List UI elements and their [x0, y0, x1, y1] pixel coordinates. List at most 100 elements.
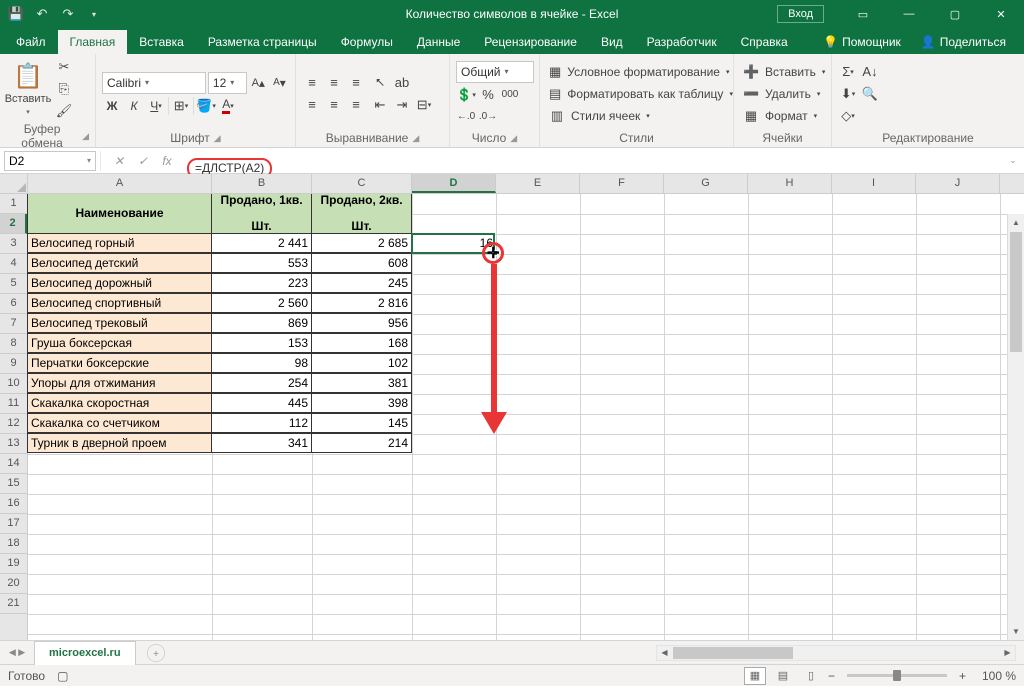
- minimize-button[interactable]: —: [886, 0, 932, 28]
- currency-icon[interactable]: 💲▾: [456, 85, 476, 105]
- decrease-font-icon[interactable]: A▾: [270, 73, 289, 93]
- orientation-icon[interactable]: ⭦: [370, 73, 390, 93]
- cell[interactable]: 223: [211, 273, 312, 293]
- row-header[interactable]: 17: [0, 514, 27, 534]
- sort-filter-icon[interactable]: A↓: [860, 62, 880, 82]
- tab-file[interactable]: Файл: [4, 30, 58, 54]
- conditional-formatting-button[interactable]: ▦Условное форматирование▾: [546, 62, 727, 82]
- row-header[interactable]: 6: [0, 294, 27, 314]
- borders-icon[interactable]: ⊞▾: [171, 96, 191, 116]
- scroll-right-icon[interactable]: ▶: [1000, 646, 1015, 660]
- row-header[interactable]: 20: [0, 574, 27, 594]
- delete-cells-button[interactable]: ➖Удалить▾: [740, 84, 825, 104]
- find-icon[interactable]: 🔍: [860, 84, 880, 104]
- zoom-slider[interactable]: [847, 674, 947, 677]
- comma-icon[interactable]: 000: [500, 85, 520, 105]
- row-header[interactable]: 14: [0, 454, 27, 474]
- scroll-left-icon[interactable]: ◀: [657, 646, 672, 660]
- cancel-formula-icon[interactable]: ✕: [109, 154, 129, 168]
- format-as-table-button[interactable]: ▤Форматировать как таблицу▾: [546, 84, 727, 104]
- cell[interactable]: Продано, 1кв.Шт.: [211, 194, 312, 234]
- zoom-in-icon[interactable]: +: [959, 669, 966, 683]
- sheet-tab[interactable]: microexcel.ru: [34, 641, 136, 665]
- save-icon[interactable]: 💾: [4, 2, 28, 26]
- tab-insert[interactable]: Вставка: [127, 30, 196, 54]
- bold-button[interactable]: Ж: [102, 96, 122, 116]
- normal-view-icon[interactable]: ▦: [744, 667, 766, 685]
- cell[interactable]: Велосипед детский: [27, 253, 212, 273]
- cell[interactable]: Турник в дверной проем: [27, 433, 212, 453]
- scroll-down-icon[interactable]: ▼: [1008, 623, 1024, 640]
- spreadsheet-grid[interactable]: ABCDEFGHIJ 12345678910111213141516171819…: [0, 174, 1024, 640]
- cell[interactable]: 869: [211, 313, 312, 333]
- align-center-icon[interactable]: ≡: [324, 95, 344, 115]
- align-right-icon[interactable]: ≡: [346, 95, 366, 115]
- cell[interactable]: Перчатки боксерские: [27, 353, 212, 373]
- login-button[interactable]: Вход: [777, 5, 824, 23]
- macro-recorder-icon[interactable]: ▢: [57, 669, 68, 683]
- font-size-combo[interactable]: 12▾: [208, 72, 247, 94]
- row-header[interactable]: 7: [0, 314, 27, 334]
- fill-icon[interactable]: ⬇▾: [838, 84, 858, 104]
- row-header[interactable]: 8: [0, 334, 27, 354]
- tab-page-layout[interactable]: Разметка страницы: [196, 30, 329, 54]
- cell[interactable]: 2 685: [311, 233, 412, 253]
- fill-color-icon[interactable]: 🪣▾: [196, 96, 216, 116]
- cell[interactable]: 214: [311, 433, 412, 453]
- tab-developer[interactable]: Разработчик: [635, 30, 729, 54]
- col-header-D[interactable]: D: [412, 174, 496, 193]
- row-header[interactable]: 16: [0, 494, 27, 514]
- cell[interactable]: Велосипед горный: [27, 233, 212, 253]
- font-color-icon[interactable]: A▾: [218, 96, 238, 116]
- col-header-A[interactable]: A: [28, 174, 212, 193]
- scroll-up-icon[interactable]: ▲: [1008, 214, 1024, 231]
- cell[interactable]: Велосипед трековый: [27, 313, 212, 333]
- format-cells-button[interactable]: ▦Формат▾: [740, 106, 825, 126]
- cell[interactable]: 398: [311, 393, 412, 413]
- tab-formulas[interactable]: Формулы: [329, 30, 405, 54]
- underline-button[interactable]: Ч▾: [146, 96, 166, 116]
- clear-icon[interactable]: ◇▾: [838, 106, 858, 126]
- row-header[interactable]: 4: [0, 254, 27, 274]
- cell[interactable]: Велосипед дорожный: [27, 273, 212, 293]
- vscroll-thumb[interactable]: [1010, 232, 1022, 352]
- cell[interactable]: 445: [211, 393, 312, 413]
- tab-help[interactable]: Справка: [729, 30, 800, 54]
- row-header[interactable]: 11: [0, 394, 27, 414]
- number-launcher-icon[interactable]: ◢: [510, 133, 517, 144]
- align-middle-icon[interactable]: ≡: [324, 73, 344, 93]
- col-header-F[interactable]: F: [580, 174, 664, 193]
- redo-icon[interactable]: ↷: [56, 2, 80, 26]
- italic-button[interactable]: К: [124, 96, 144, 116]
- autosum-icon[interactable]: Σ▾: [838, 62, 858, 82]
- row-header[interactable]: 12: [0, 414, 27, 434]
- cell[interactable]: 608: [311, 253, 412, 273]
- cell[interactable]: Велосипед спортивный: [27, 293, 212, 313]
- row-header[interactable]: 1: [0, 194, 27, 214]
- row-header[interactable]: 18: [0, 534, 27, 554]
- tab-view[interactable]: Вид: [589, 30, 635, 54]
- vertical-scrollbar[interactable]: ▲ ▼: [1007, 214, 1024, 640]
- cell[interactable]: 102: [311, 353, 412, 373]
- row-header[interactable]: 13: [0, 434, 27, 454]
- format-painter-icon[interactable]: 🖌: [54, 101, 74, 121]
- copy-icon[interactable]: ⎘: [54, 79, 74, 99]
- tell-me-button[interactable]: 💡Помощник: [813, 30, 911, 54]
- col-header-E[interactable]: E: [496, 174, 580, 193]
- page-break-view-icon[interactable]: ▯: [800, 667, 822, 685]
- cell[interactable]: 112: [211, 413, 312, 433]
- percent-icon[interactable]: %: [478, 85, 498, 105]
- paste-button[interactable]: 📋 Вставить ▾: [6, 57, 50, 121]
- clipboard-launcher-icon[interactable]: ◢: [82, 131, 89, 142]
- row-header[interactable]: 10: [0, 374, 27, 394]
- cell[interactable]: Скакалка со счетчиком: [27, 413, 212, 433]
- col-header-G[interactable]: G: [664, 174, 748, 193]
- row-header[interactable]: 9: [0, 354, 27, 374]
- col-header-J[interactable]: J: [916, 174, 1000, 193]
- decrease-indent-icon[interactable]: ⇤: [370, 95, 390, 115]
- col-header-B[interactable]: B: [212, 174, 312, 193]
- enter-formula-icon[interactable]: ✓: [133, 154, 153, 168]
- fx-icon[interactable]: fx: [157, 154, 177, 168]
- cell[interactable]: 2 816: [311, 293, 412, 313]
- row-header[interactable]: 2: [0, 214, 27, 234]
